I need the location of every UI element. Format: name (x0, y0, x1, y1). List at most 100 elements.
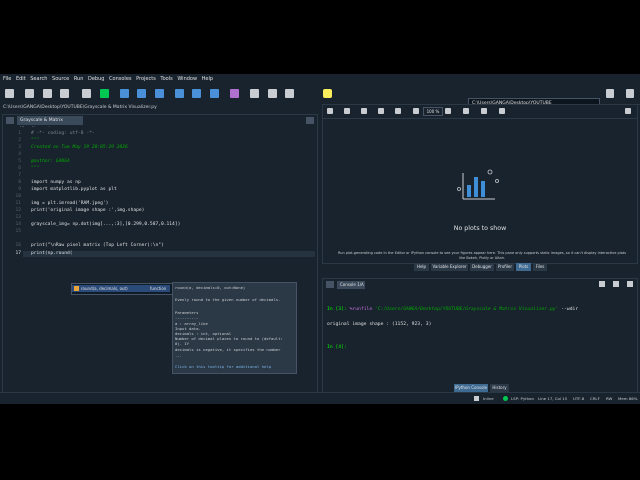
run-cell-advance-icon[interactable] (137, 89, 146, 98)
debug-file-icon[interactable] (175, 89, 184, 98)
line-number: 3 (18, 145, 21, 150)
run-icon[interactable] (100, 89, 109, 98)
line-number: 9 (18, 187, 21, 192)
clear-console-icon[interactable] (613, 281, 619, 287)
new-window-icon[interactable] (82, 89, 91, 98)
menu-source[interactable]: Source (52, 74, 69, 84)
function-icon (74, 286, 79, 291)
menu-debug[interactable]: Debug (88, 74, 104, 84)
status-permissions: RW (606, 396, 613, 401)
code-line: # -*- coding: utf-8 -*- (31, 131, 95, 136)
save-all-icon[interactable] (60, 89, 69, 98)
line-number: 16 (15, 243, 21, 248)
next-prompt: In [4]: (327, 345, 350, 350)
tab-ipython-console[interactable]: IPython Console (454, 384, 488, 392)
tooltip-line: 0). If (175, 341, 190, 346)
new-file-icon[interactable] (5, 89, 14, 98)
completion-item[interactable]: round(a, decimals, out) function (72, 285, 170, 292)
close-all-plots-icon[interactable] (395, 108, 401, 114)
plots-placeholder-icon (457, 169, 499, 200)
console-tab[interactable]: Console 1/A (337, 281, 365, 289)
line-number: 11 (15, 201, 21, 206)
open-file-icon[interactable] (25, 89, 34, 98)
code-line: Created on Tue May 19 20:05:29 2026 (31, 145, 128, 150)
code-line: import numpy as np (31, 180, 81, 185)
menu-edit[interactable]: Edit (16, 74, 26, 84)
options-menu-icon[interactable] (306, 117, 314, 124)
tooltip-line: Evenly round to the given number of deci… (175, 297, 281, 302)
debug-selection-icon[interactable] (210, 89, 219, 98)
copy-plot-icon[interactable] (361, 108, 367, 114)
preferences-icon[interactable] (268, 89, 277, 98)
menu-run[interactable]: Run (74, 74, 84, 84)
tab-plots[interactable]: Plots (516, 263, 531, 271)
save-file-icon[interactable] (43, 89, 52, 98)
plots-options-icon[interactable] (625, 108, 631, 114)
menu-tools[interactable]: Tools (160, 74, 172, 84)
console-options-icon[interactable] (627, 281, 633, 287)
parent-directory-icon[interactable] (626, 89, 634, 98)
tab-variable-explorer[interactable]: Variable Explorer (431, 263, 468, 271)
menu-window[interactable]: Window (177, 74, 197, 84)
editor-tab[interactable]: Grayscale & Matrix Visualizer.py* (17, 116, 83, 132)
console-output-line: original image shape : (1152, 923, 3) (327, 322, 432, 327)
code-line: import matplotlib.pyplot as plt (31, 187, 117, 192)
main-toolbar: C:\Users\GANGA\Desktop\YOUTUBE (0, 84, 640, 108)
browse-tabs-icon[interactable] (6, 117, 14, 124)
status-backend[interactable]: Inline (483, 396, 494, 401)
pythonpath-icon[interactable] (285, 89, 294, 98)
tooltip-line: decimals is negative, it specifies the n… (175, 347, 281, 352)
tab-help[interactable]: Help (414, 263, 429, 271)
code-line: print("\nRaw pixel matrix (Top Left Corn… (31, 243, 164, 248)
save-all-plots-icon[interactable] (344, 108, 350, 114)
no-plots-title: No plots to show (453, 225, 507, 232)
profile-icon[interactable] (230, 89, 239, 98)
tooltip-line: ... (175, 353, 183, 358)
line-number: 12 (15, 208, 21, 213)
runfile-path: 'C:/Users/GANGA/Desktop/YOUTUBE/Grayscal… (374, 307, 559, 312)
no-plots-hint: Run plot-generating code in the Editor o… (337, 251, 627, 260)
zoom-level[interactable]: 100 % (423, 107, 443, 116)
console-pane-tabs: IPython Console History (454, 384, 514, 392)
status-eol: CRLF (590, 396, 600, 401)
browse-consoles-icon[interactable] (326, 281, 334, 288)
status-memory: Mem 86% (618, 396, 638, 401)
status-bar: Inline LSP: Python Line 17, Col 15 UTF-8… (0, 392, 640, 404)
tab-history[interactable]: History (490, 384, 509, 392)
completion-item-kind: function (150, 286, 167, 291)
line-number: 7 (18, 173, 21, 178)
menu-projects[interactable]: Projects (136, 74, 156, 84)
fit-plot-icon[interactable] (463, 108, 469, 114)
code-line: img = plt.imread('RAM.jpeg') (31, 201, 109, 206)
zoom-out-icon[interactable] (413, 108, 419, 114)
line-number: 14 (15, 222, 21, 227)
signature-tooltip[interactable]: round(a, decimals=0, out=None) Evenly ro… (172, 282, 297, 374)
menu-consoles[interactable]: Consoles (109, 74, 131, 84)
zoom-in-icon[interactable] (445, 108, 451, 114)
run-cell-icon[interactable] (120, 89, 129, 98)
plots-toolbar: 100 % (323, 105, 637, 119)
maximize-pane-icon[interactable] (250, 89, 259, 98)
save-plot-icon[interactable] (327, 108, 333, 114)
close-plot-icon[interactable] (378, 108, 384, 114)
menu-file[interactable]: File (3, 74, 11, 84)
tooltip-line: ---------- (175, 315, 199, 320)
tooltip-help-link[interactable]: Click on this tooltip for additional hel… (175, 364, 271, 369)
tab-files[interactable]: Files (533, 263, 547, 271)
console-output[interactable]: In [3]: %runfile 'C:/Users/GANGA/Desktop… (327, 297, 578, 360)
folder-icon[interactable] (606, 89, 614, 98)
run-selection-icon[interactable] (155, 89, 164, 98)
stop-icon[interactable] (599, 281, 605, 287)
tab-debugger[interactable]: Debugger (470, 263, 494, 271)
debug-cell-icon[interactable] (192, 89, 201, 98)
python-logo-icon (323, 89, 332, 98)
menu-help[interactable]: Help (202, 74, 213, 84)
tab-profiler[interactable]: Profiler (496, 263, 514, 271)
menu-search[interactable]: Search (30, 74, 47, 84)
status-lsp[interactable]: LSP: Python (511, 396, 534, 401)
code-line: @author: GANGA (31, 159, 70, 164)
next-plot-icon[interactable] (499, 108, 505, 114)
line-number: 6 (18, 166, 21, 171)
status-encoding: UTF-8 (573, 396, 585, 401)
previous-plot-icon[interactable] (481, 108, 487, 114)
